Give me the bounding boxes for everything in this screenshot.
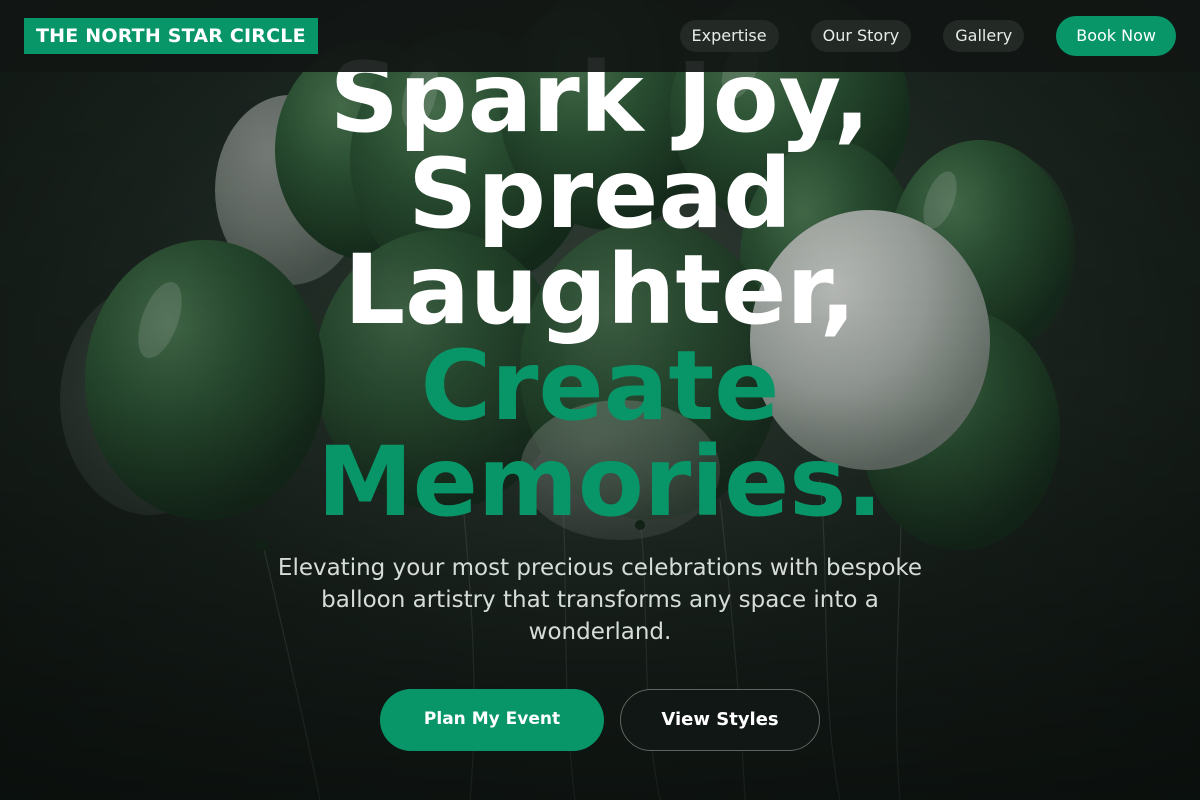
hero-subtext: Elevating your most precious celebration… bbox=[277, 555, 923, 645]
nav-links: Expertise Our Story Gallery Book Now bbox=[679, 16, 1176, 56]
landing-page: Spark Joy, Spread Laughter, Create Memor… bbox=[0, 0, 1200, 800]
nav-link-our-story[interactable]: Our Story bbox=[810, 20, 912, 52]
nav-link-gallery[interactable]: Gallery bbox=[943, 20, 1025, 52]
brand-logo[interactable]: THE NORTH STAR CIRCLE bbox=[24, 18, 318, 54]
top-navbar: THE NORTH STAR CIRCLE Expertise Our Stor… bbox=[0, 0, 1200, 72]
plan-my-event-button[interactable]: Plan My Event bbox=[380, 689, 604, 751]
view-styles-button[interactable]: View Styles bbox=[620, 689, 820, 751]
nav-link-expertise[interactable]: Expertise bbox=[679, 20, 779, 52]
headline-accent-line-1: Create bbox=[420, 330, 780, 442]
hero-section: Spark Joy, Spread Laughter, Create Memor… bbox=[0, 0, 1200, 800]
headline-accent-line-2: Memories. bbox=[317, 426, 883, 538]
headline-line-2: Spread bbox=[408, 138, 792, 250]
headline-line-3: Laughter, bbox=[343, 234, 857, 346]
hero-headline: Spark Joy, Spread Laughter, Create Memor… bbox=[0, 50, 1200, 530]
book-now-button[interactable]: Book Now bbox=[1056, 16, 1176, 56]
hero-buttons: Plan My Event View Styles bbox=[0, 689, 1200, 751]
